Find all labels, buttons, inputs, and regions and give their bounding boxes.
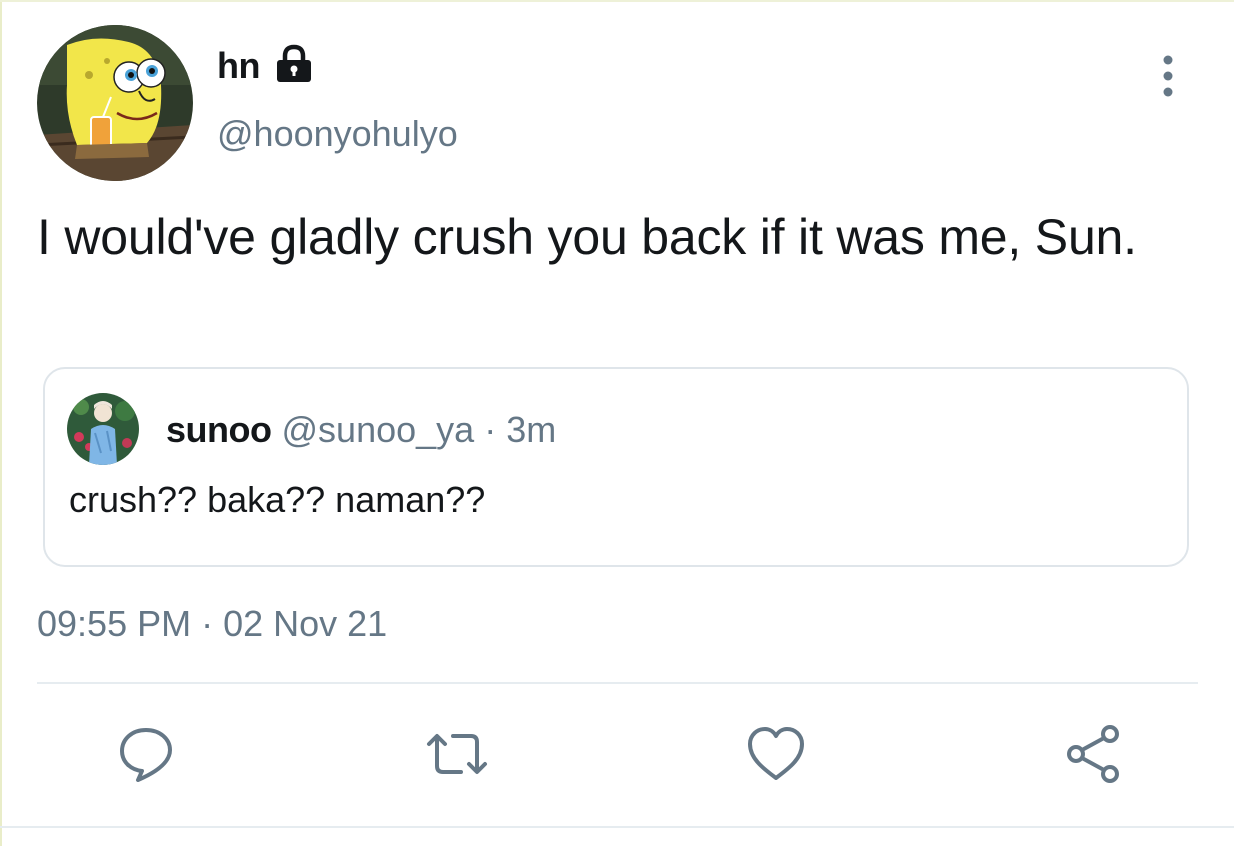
reply-button[interactable] — [114, 722, 178, 786]
quoted-tweet-text: crush?? baka?? naman?? — [69, 479, 486, 520]
spongebob-avatar-icon — [37, 25, 193, 181]
quoted-author-handle[interactable]: @sunoo_ya — [282, 409, 475, 450]
more-options-icon[interactable] — [1152, 52, 1184, 100]
reply-icon — [120, 728, 172, 782]
quoted-meta-separator: · — [484, 409, 497, 450]
quoted-tweet-card[interactable] — [43, 367, 1189, 567]
quoted-tweet-time[interactable]: 3m — [506, 409, 556, 450]
divider — [37, 682, 1198, 684]
quoted-author-name[interactable]: sunoo — [166, 409, 272, 450]
quoted-tweet-header: sunoo @sunoo_ya · 3m — [166, 408, 556, 452]
author-avatar[interactable] — [37, 25, 193, 181]
user-avatar-icon — [67, 393, 139, 465]
bottom-divider — [0, 826, 1234, 828]
quoted-author-avatar[interactable] — [67, 393, 139, 465]
tweet-text: I would've gladly crush you back if it w… — [37, 209, 1137, 265]
retweet-icon — [427, 734, 487, 774]
share-button[interactable] — [1062, 722, 1126, 786]
left-edge — [0, 0, 2, 846]
top-edge — [0, 0, 1234, 2]
author-handle[interactable]: @hoonyohulyo — [217, 112, 458, 156]
tweet-timestamp: 09:55 PM · 02 Nov 21 — [37, 603, 388, 644]
author-display-name[interactable]: hn — [217, 44, 260, 88]
share-icon — [1067, 725, 1119, 783]
heart-icon — [748, 727, 804, 780]
lock-icon — [272, 44, 316, 84]
retweet-button[interactable] — [425, 722, 489, 786]
like-button[interactable] — [744, 722, 808, 786]
